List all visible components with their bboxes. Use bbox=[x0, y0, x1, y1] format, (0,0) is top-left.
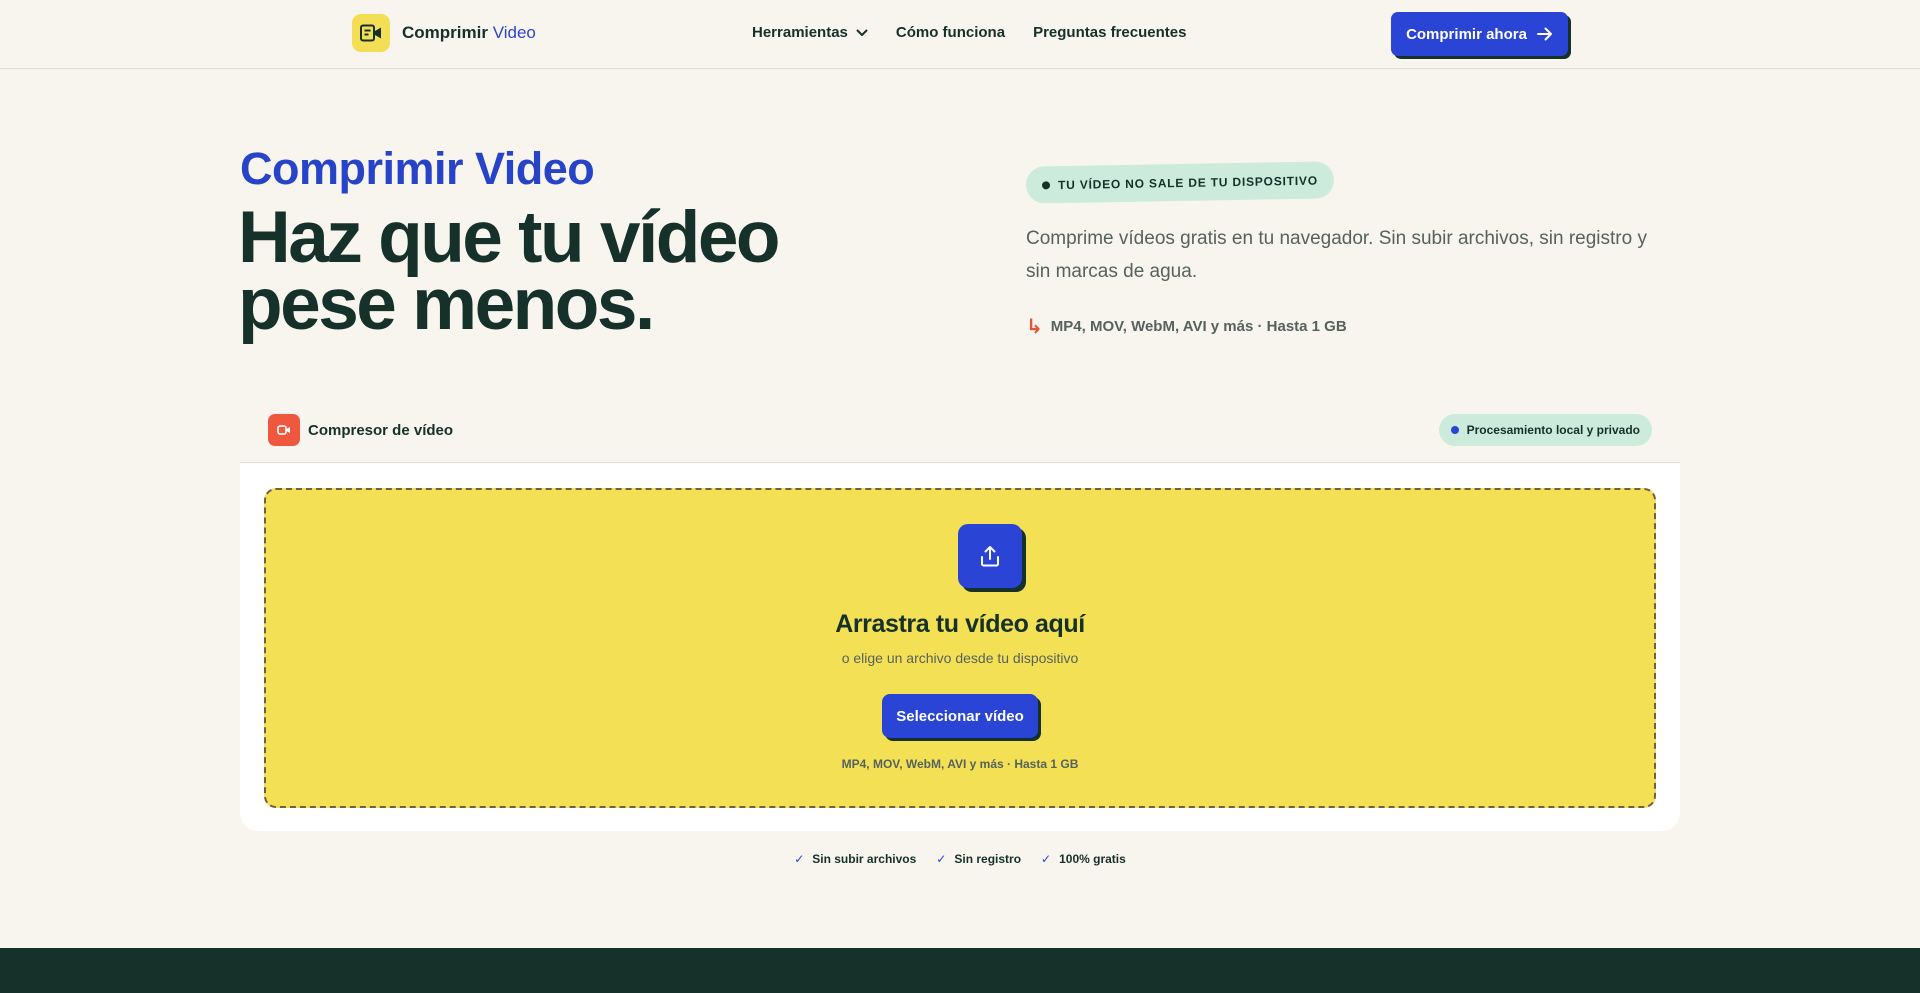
feature-label: Sin subir archivos bbox=[812, 852, 917, 866]
nav-item-preguntas-frecuentes[interactable]: Preguntas frecuentes bbox=[1033, 24, 1186, 41]
feature-item: ✓ Sin subir archivos bbox=[794, 852, 916, 866]
feature-list: ✓ Sin subir archivos ✓ Sin registro ✓ 10… bbox=[0, 852, 1920, 866]
check-icon: ✓ bbox=[794, 852, 805, 866]
status-dot-icon bbox=[1450, 426, 1459, 434]
brand-name: Comprimir Video bbox=[402, 23, 536, 43]
tool-card-header: Compresor de vídeo Procesamiento local y… bbox=[240, 410, 1680, 462]
local-badge-label: Procesamiento local y privado bbox=[1466, 423, 1640, 437]
arrow-right-icon bbox=[1536, 27, 1552, 41]
hero-intro: Comprime vídeos gratis en tu navegador. … bbox=[1026, 228, 1647, 282]
compress-now-button[interactable]: Comprimir ahora bbox=[1391, 12, 1568, 56]
cta-label: Comprimir ahora bbox=[1406, 25, 1527, 43]
brand-name-accent: Video bbox=[492, 23, 536, 42]
feature-label: 100% gratis bbox=[1059, 852, 1126, 866]
nav-item-como-funciona[interactable]: Cómo funciona bbox=[896, 24, 1005, 41]
privacy-badge: TU VÍDEO NO SALE DE TU DISPOSITIVO bbox=[1025, 161, 1335, 204]
dropzone-formats: MP4, MOV, WebM, AVI y más · Hasta 1 GB bbox=[841, 757, 1079, 771]
select-video-button[interactable]: Seleccionar vídeo bbox=[882, 694, 1038, 738]
hero-formats: ↳ MP4, MOV, WebM, AVI y más · Hasta 1 GB bbox=[1026, 314, 1347, 339]
nav-item-label: Preguntas frecuentes bbox=[1033, 24, 1187, 41]
dropzone-subtitle: o elige un archivo desde tu dispositivo bbox=[841, 650, 1079, 666]
site-header: Comprimir Video Herramientas Cómo funcio… bbox=[0, 0, 1920, 69]
nav-item-herramientas[interactable]: Herramientas bbox=[752, 24, 868, 41]
video-camera-icon bbox=[268, 414, 300, 446]
check-icon: ✓ bbox=[1041, 852, 1052, 866]
upload-icon-button[interactable] bbox=[958, 524, 1022, 588]
turn-arrow-icon: ↳ bbox=[1026, 316, 1043, 338]
feature-item: ✓ Sin registro bbox=[936, 852, 1021, 866]
local-processing-badge: Procesamiento local y privado bbox=[1438, 414, 1652, 446]
hero-headline: Haz que tu vídeo pese menos. bbox=[238, 197, 781, 345]
video-note-icon bbox=[352, 14, 390, 52]
brand-logo[interactable]: Comprimir Video bbox=[352, 14, 536, 52]
status-dot-icon bbox=[1041, 180, 1051, 189]
tool-title: Compresor de vídeo bbox=[308, 422, 454, 439]
video-dropzone[interactable]: Arrastra tu vídeo aquí o elige un archiv… bbox=[264, 488, 1656, 808]
feature-item: ✓ 100% gratis bbox=[1041, 852, 1126, 866]
hero-eyebrow-title: Comprimir Video bbox=[240, 143, 595, 194]
main-nav: Herramientas Cómo funciona Preguntas fre… bbox=[752, 24, 1214, 41]
nav-item-label: Cómo funciona bbox=[895, 24, 1006, 41]
tool-card-body: Arrastra tu vídeo aquí o elige un archiv… bbox=[240, 462, 1680, 831]
feature-label: Sin registro bbox=[954, 852, 1022, 866]
dropzone-title: Arrastra tu vídeo aquí bbox=[835, 610, 1085, 638]
check-icon: ✓ bbox=[936, 852, 947, 866]
nav-item-label: Herramientas bbox=[752, 24, 848, 41]
brand-name-main: Comprimir bbox=[402, 23, 488, 42]
chevron-down-icon bbox=[856, 29, 868, 36]
hero-formats-text: MP4, MOV, WebM, AVI y más · Hasta 1 GB bbox=[1050, 318, 1347, 335]
footer-band bbox=[0, 948, 1920, 993]
upload-icon bbox=[981, 546, 999, 567]
privacy-badge-label: TU VÍDEO NO SALE DE TU DISPOSITIVO bbox=[1057, 173, 1319, 192]
